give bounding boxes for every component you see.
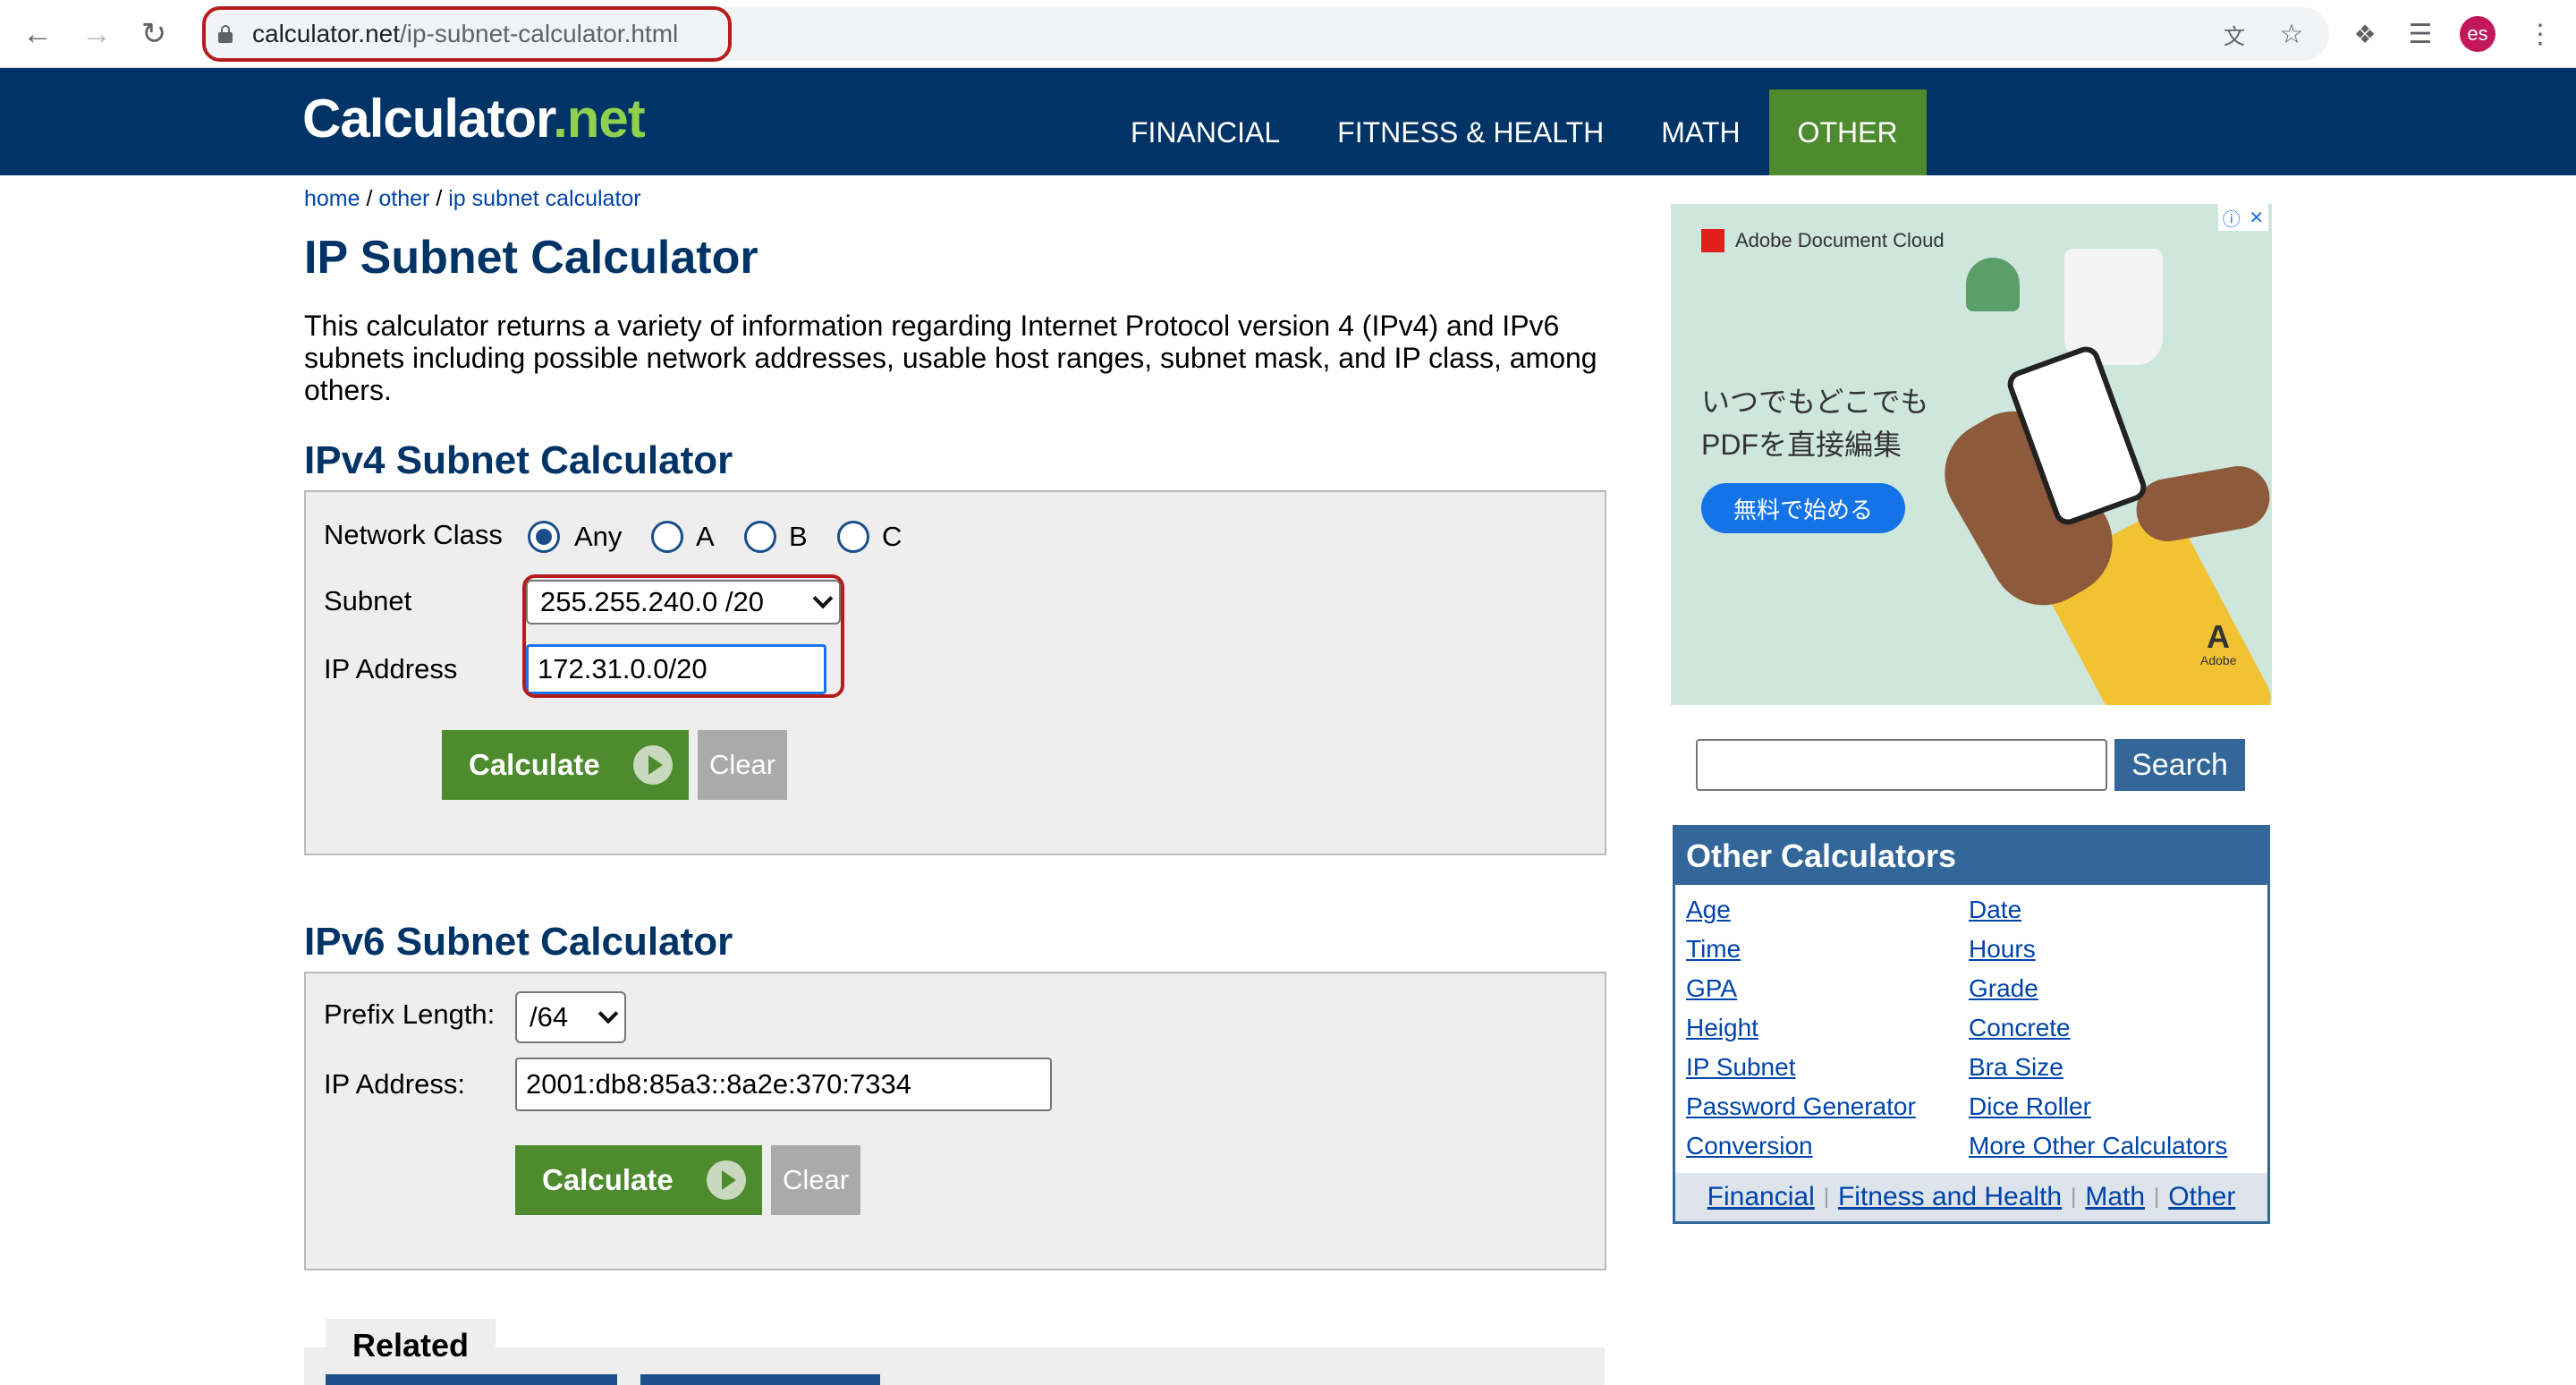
ipv6-calculate-button[interactable]: Calculate bbox=[515, 1145, 762, 1215]
ipv4-heading: IPv4 Subnet Calculator bbox=[304, 438, 733, 482]
star-icon[interactable]: ☆ bbox=[2275, 18, 2308, 50]
link-date[interactable]: Date bbox=[1969, 896, 2021, 924]
radio-c-label[interactable]: C bbox=[882, 521, 902, 553]
link-height[interactable]: Height bbox=[1686, 1014, 1758, 1042]
other-calculators-box: Other Calculators Age Time GPA Height IP… bbox=[1673, 825, 2270, 1224]
lock-icon bbox=[218, 25, 233, 43]
related-link-tab[interactable] bbox=[326, 1374, 617, 1385]
radio-a-label[interactable]: A bbox=[696, 521, 715, 553]
radio-class-c[interactable] bbox=[837, 521, 869, 553]
ipv6-clear-button[interactable]: Clear bbox=[771, 1145, 860, 1215]
link-gpa[interactable]: GPA bbox=[1686, 974, 1737, 1003]
ipv6-address-input[interactable]: 2001:db8:85a3::8a2e:370:7334 bbox=[515, 1058, 1052, 1111]
info-icon[interactable]: ⓘ bbox=[2223, 205, 2241, 231]
nav-fitness-health[interactable]: FITNESS & HEALTH bbox=[1309, 89, 1632, 175]
media-icon[interactable]: ☰ bbox=[2404, 18, 2436, 50]
footer-link-other[interactable]: Other bbox=[2168, 1182, 2235, 1212]
breadcrumb-current[interactable]: ip subnet calculator bbox=[448, 186, 640, 211]
radio-class-any[interactable] bbox=[528, 521, 560, 553]
radio-class-b[interactable] bbox=[744, 521, 776, 553]
url-host: calculator.net bbox=[252, 20, 400, 47]
footer-link-math[interactable]: Math bbox=[2085, 1182, 2145, 1212]
breadcrumb-other[interactable]: other bbox=[378, 186, 429, 211]
site-search-input[interactable] bbox=[1696, 739, 2107, 791]
breadcrumb-home[interactable]: home bbox=[304, 186, 360, 211]
adobe-acrobat-icon bbox=[1701, 229, 1724, 252]
link-dice-roller[interactable]: Dice Roller bbox=[1969, 1092, 2091, 1121]
ipv6-heading: IPv6 Subnet Calculator bbox=[304, 920, 733, 964]
related-link-tab[interactable] bbox=[640, 1374, 880, 1385]
adobe-logo: A Adobe bbox=[2200, 618, 2237, 668]
reload-icon[interactable]: ↻ bbox=[136, 16, 172, 52]
link-hours[interactable]: Hours bbox=[1969, 935, 2036, 964]
subnet-label: Subnet bbox=[324, 585, 412, 616]
play-arrow-icon bbox=[633, 745, 673, 785]
url-path: /ip-subnet-calculator.html bbox=[400, 20, 679, 47]
nav-financial[interactable]: FINANCIAL bbox=[1102, 89, 1309, 175]
ipv6-address-label: IP Address: bbox=[324, 1068, 465, 1100]
menu-icon[interactable]: ⋮ bbox=[2524, 18, 2556, 50]
prefix-length-select[interactable]: /64 bbox=[515, 991, 626, 1043]
ad-headline-1: いつでもどこでも bbox=[1701, 386, 1929, 418]
site-header: Calculator.net FINANCIAL FITNESS & HEALT… bbox=[0, 68, 2576, 175]
link-concrete[interactable]: Concrete bbox=[1969, 1014, 2071, 1042]
link-ip-subnet[interactable]: IP Subnet bbox=[1686, 1053, 1795, 1082]
radio-class-a[interactable] bbox=[651, 521, 683, 553]
close-icon[interactable]: ✕ bbox=[2249, 207, 2264, 229]
link-password-generator[interactable]: Password Generator bbox=[1686, 1092, 1916, 1121]
nav-other[interactable]: OTHER bbox=[1768, 89, 1927, 175]
related-tab[interactable]: Related bbox=[326, 1319, 496, 1372]
radio-any-label[interactable]: Any bbox=[574, 521, 622, 553]
hand-image bbox=[2131, 461, 2272, 547]
network-class-label: Network Class bbox=[324, 519, 503, 550]
radio-b-label[interactable]: B bbox=[789, 521, 808, 553]
input-highlight-box bbox=[522, 574, 844, 698]
advertisement[interactable]: Adobe Document Cloud ⓘ ✕ いつでもどこでも PDFを直接編… bbox=[1671, 204, 2272, 705]
extensions-icon[interactable]: ❖ bbox=[2349, 18, 2381, 50]
breadcrumb: home / other / ip subnet calculator bbox=[304, 186, 641, 211]
ad-choices[interactable]: ⓘ ✕ bbox=[2218, 204, 2268, 231]
top-navigation: FINANCIAL FITNESS & HEALTH MATH OTHER bbox=[1102, 68, 1927, 175]
link-bra-size[interactable]: Bra Size bbox=[1969, 1053, 2063, 1082]
page-title: IP Subnet Calculator bbox=[304, 232, 758, 284]
avatar[interactable]: es bbox=[2460, 16, 2496, 52]
link-conversion[interactable]: Conversion bbox=[1686, 1132, 1813, 1160]
ipv4-calculate-button[interactable]: Calculate bbox=[442, 730, 689, 800]
link-age[interactable]: Age bbox=[1686, 896, 1731, 924]
link-grade[interactable]: Grade bbox=[1969, 974, 2038, 1003]
site-search-button[interactable]: Search bbox=[2114, 739, 2245, 791]
link-more-other-calculators[interactable]: More Other Calculators bbox=[1969, 1132, 2227, 1160]
footer-link-fitness-health[interactable]: Fitness and Health bbox=[1838, 1182, 2062, 1212]
page-intro: This calculator returns a variety of inf… bbox=[304, 310, 1597, 406]
link-time[interactable]: Time bbox=[1686, 935, 1741, 964]
ad-headline-2: PDFを直接編集 bbox=[1701, 429, 1902, 461]
category-links: Financial | Fitness and Health | Math | … bbox=[1675, 1173, 2267, 1221]
forward-icon[interactable]: → bbox=[79, 16, 114, 52]
ad-cta-button[interactable]: 無料で始める bbox=[1701, 483, 1905, 533]
ad-brand: Adobe Document Cloud bbox=[1701, 229, 1945, 252]
chevron-down-icon bbox=[597, 1003, 619, 1024]
nav-math[interactable]: MATH bbox=[1632, 89, 1768, 175]
ipv4-clear-button[interactable]: Clear bbox=[698, 730, 787, 800]
back-icon[interactable]: ← bbox=[20, 16, 55, 52]
site-logo[interactable]: Calculator.net bbox=[302, 88, 646, 149]
browser-toolbar: ← → ↻ calculator.net/ip-subnet-calculato… bbox=[0, 0, 2576, 68]
prefix-length-label: Prefix Length: bbox=[324, 998, 496, 1030]
ipv6-panel bbox=[304, 972, 1606, 1270]
ip-address-label: IP Address bbox=[324, 653, 458, 684]
url-highlight-box[interactable]: calculator.net/ip-subnet-calculator.html bbox=[202, 6, 732, 62]
play-arrow-icon bbox=[707, 1160, 746, 1200]
translate-icon[interactable]: 文 bbox=[2218, 18, 2250, 50]
other-calculators-title: Other Calculators bbox=[1675, 828, 2267, 885]
footer-link-financial[interactable]: Financial bbox=[1707, 1182, 1815, 1212]
plant-image bbox=[1966, 258, 2020, 311]
